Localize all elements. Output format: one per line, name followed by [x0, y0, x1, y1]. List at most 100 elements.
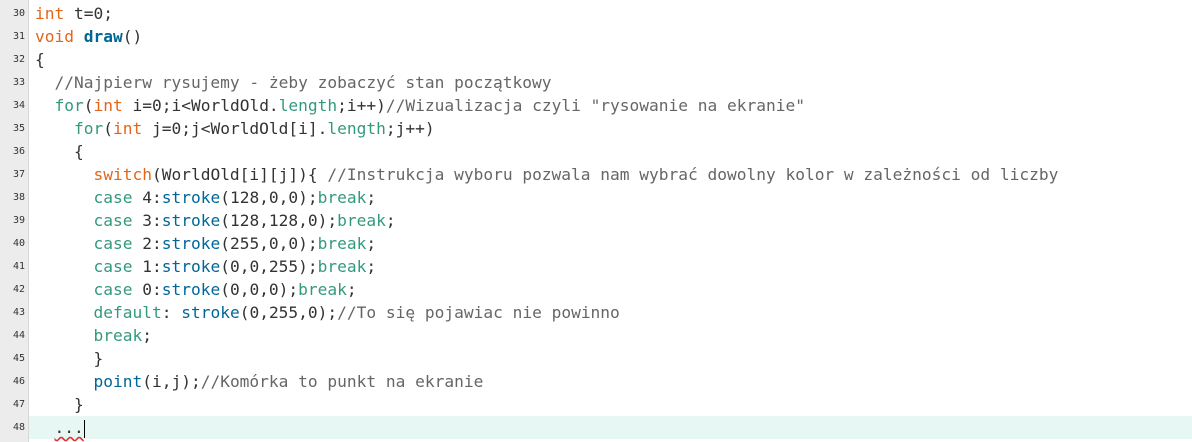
code-line[interactable]: //Najpierw rysujemy - żeby zobaczyć stan… [35, 71, 1192, 94]
code-token: ; [385, 211, 396, 230]
code-token: ; [142, 326, 152, 345]
code-line[interactable]: case 3:stroke(128,128,0);break; [35, 209, 1192, 232]
line-number: 32 [12, 54, 25, 65]
code-token: void [35, 27, 74, 46]
code-token: int [112, 119, 143, 138]
code-token: 1: [132, 257, 162, 276]
code-line[interactable]: case 4:stroke(128,0,0);break; [35, 186, 1192, 209]
code-token: break [93, 326, 143, 345]
code-line[interactable]: void draw() [35, 25, 1192, 48]
code-token: ;j++) [385, 119, 435, 138]
code-token: stroke [181, 303, 240, 322]
code-token: ( [103, 119, 113, 138]
code-token: 0: [132, 280, 162, 299]
code-token: (WorldOld[i][j]){ [151, 165, 328, 184]
line-number: 44 [12, 330, 25, 341]
code-token: stroke [161, 188, 221, 207]
code-token: case [93, 234, 133, 253]
line-number: 33 [12, 77, 25, 88]
code-token: for [73, 119, 104, 138]
code-token: () [122, 27, 143, 46]
code-token: break [317, 188, 367, 207]
current-code-line[interactable]: ... [29, 416, 1192, 439]
code-token: j=0;j<WorldOld[i]. [142, 119, 328, 138]
code-token: t=0; [64, 4, 113, 23]
code-token: case [93, 188, 133, 207]
line-number: 37 [12, 169, 25, 180]
code-token: ; [346, 280, 357, 299]
code-token: (0,255,0); [239, 303, 338, 322]
code-token: stroke [161, 280, 221, 299]
code-token: { [35, 50, 45, 69]
code-token: stroke [161, 211, 221, 230]
code-line[interactable]: for(int j=0;j<WorldOld[i].length;j++) [35, 117, 1192, 140]
code-token: { [35, 142, 84, 161]
code-line[interactable]: { [35, 48, 1192, 71]
code-token: //Instrukcja wyboru pozwala nam wybrać d… [327, 165, 1059, 184]
line-number: 31 [12, 31, 25, 42]
line-number: 35 [12, 123, 25, 134]
code-token: for [54, 96, 84, 115]
line-number: 42 [12, 284, 25, 295]
code-token: (255,0,0); [220, 234, 318, 253]
code-token: case [93, 211, 133, 230]
code-token: break [337, 211, 386, 230]
line-number: 40 [12, 238, 25, 249]
code-line[interactable]: break; [35, 324, 1192, 347]
code-token: : [161, 303, 182, 322]
code-token: //Komórka to punkt na ekranie [200, 372, 484, 391]
code-token: length [327, 119, 386, 138]
code-token: 3: [132, 211, 162, 230]
code-area[interactable]: int t=0; void draw(){ //Najpierw rysujemy… [29, 0, 1192, 442]
code-line[interactable]: { [35, 140, 1192, 163]
code-token: break [317, 257, 367, 276]
code-token: (0,0,0); [220, 280, 299, 299]
code-line[interactable]: case 1:stroke(0,0,255);break; [35, 255, 1192, 278]
code-line[interactable]: } [35, 347, 1192, 370]
code-token: default [93, 303, 162, 322]
code-line[interactable]: for(int i=0;i<WorldOld.length;i++)//Wizu… [35, 94, 1192, 117]
code-token: case [93, 257, 133, 276]
code-line[interactable]: switch(WorldOld[i][j]){ //Instrukcja wyb… [35, 163, 1192, 186]
code-line[interactable]: int t=0; [35, 2, 1192, 25]
code-editor[interactable]: 30 31 32 33 34 35 36 37 38 39 40 41 42 43 44 45 46 47 48 i… [0, 0, 1192, 442]
code-line[interactable]: } [35, 393, 1192, 416]
code-token: length [278, 96, 338, 115]
line-number: 45 [12, 353, 25, 364]
code-token: 2: [132, 234, 162, 253]
code-line[interactable]: case 2:stroke(255,0,0);break; [35, 232, 1192, 255]
code-token: } [35, 349, 104, 368]
code-token: (128,0,0); [220, 188, 318, 207]
line-number-gutter: 30 31 32 33 34 35 36 37 38 39 40 41 42 43 44 45 46 47 48 [0, 0, 29, 442]
code-token: break [317, 234, 367, 253]
code-token: ;i++) [337, 96, 386, 115]
code-token: } [35, 395, 84, 414]
code-token: i=0;i<WorldOld. [122, 96, 279, 115]
code-line[interactable]: case 0:stroke(0,0,0);break; [35, 278, 1192, 301]
code-token: (i,j); [142, 372, 201, 391]
code-token: ; [366, 234, 377, 253]
code-line[interactable]: point(i,j);//Komórka to punkt na ekranie [35, 370, 1192, 393]
code-token: (128,128,0); [220, 211, 338, 230]
line-number: 30 [12, 8, 25, 19]
code-line[interactable]: default: stroke(0,255,0);//To się pojawi… [35, 301, 1192, 324]
line-number: 34 [12, 100, 25, 111]
code-token: ; [366, 257, 377, 276]
code-token: 4: [132, 188, 162, 207]
code-token: ; [366, 188, 377, 207]
code-token: point [93, 372, 143, 391]
code-token: int [35, 4, 65, 23]
